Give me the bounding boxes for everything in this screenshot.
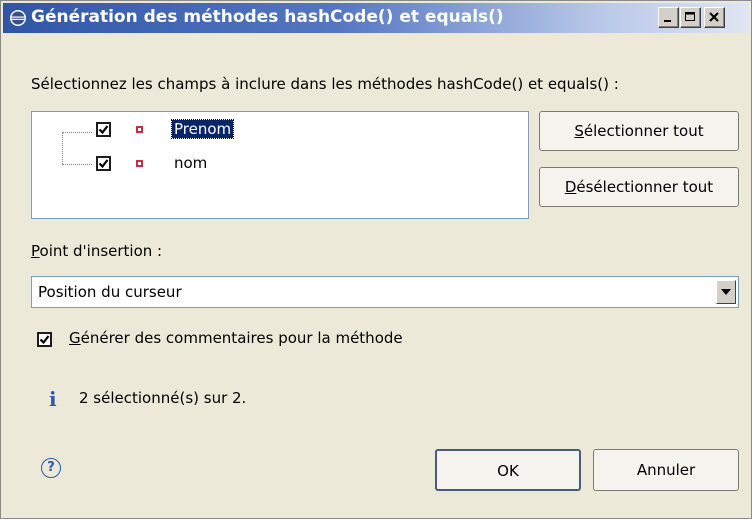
minimize-button[interactable] [658, 7, 679, 28]
fields-prompt: Sélectionnez les champs à inclure dans l… [31, 75, 619, 93]
cancel-label: Annuler [636, 461, 696, 479]
maximize-icon [685, 12, 695, 21]
generate-comments-checkbox[interactable] [37, 332, 52, 347]
window-title: Génération des méthodes hashCode() et eq… [31, 7, 504, 27]
checkmark-icon [98, 159, 109, 169]
insertion-point-value: Position du curseur [38, 283, 182, 301]
eclipse-icon [10, 10, 26, 26]
info-icon: i [49, 387, 57, 411]
field-checkbox-nom[interactable] [96, 156, 111, 171]
close-button[interactable] [704, 7, 725, 28]
tree-connector [62, 132, 92, 133]
ok-button[interactable]: OK [435, 449, 581, 491]
ok-label: OK [497, 462, 519, 480]
dialog-window: Génération des méthodes hashCode() et eq… [0, 0, 752, 519]
fields-tree[interactable]: Prenom nom [31, 111, 529, 219]
field-icon [136, 160, 143, 167]
close-icon [709, 12, 719, 22]
cancel-button[interactable]: Annuler [593, 449, 739, 491]
insertion-point-select[interactable]: Position du curseur [31, 276, 739, 308]
tree-connector [62, 132, 63, 164]
field-label-prenom[interactable]: Prenom [170, 119, 235, 139]
minimize-icon [664, 20, 671, 22]
select-all-button[interactable]: Sélectionner tout [539, 111, 739, 151]
checkmark-icon [39, 335, 50, 345]
field-icon [136, 126, 143, 133]
field-label-nom[interactable]: nom [174, 154, 207, 172]
select-all-label: Sélectionner tout [574, 122, 704, 140]
deselect-all-button[interactable]: Désélectionner tout [539, 167, 739, 207]
dropdown-button[interactable] [716, 280, 736, 304]
insertion-point-label: Point d'insertion : [31, 242, 163, 260]
deselect-all-label: Désélectionner tout [564, 178, 714, 196]
selection-status: 2 sélectionné(s) sur 2. [79, 389, 247, 407]
title-bar[interactable]: Génération des méthodes hashCode() et eq… [3, 3, 749, 33]
help-icon[interactable]: ? [41, 458, 61, 478]
generate-comments-label[interactable]: Générer des commentaires pour la méthode [69, 329, 403, 347]
maximize-button[interactable] [680, 7, 701, 28]
tree-connector [62, 164, 92, 165]
checkmark-icon [98, 125, 109, 135]
field-checkbox-prenom[interactable] [96, 122, 111, 137]
chevron-down-icon [721, 289, 731, 295]
